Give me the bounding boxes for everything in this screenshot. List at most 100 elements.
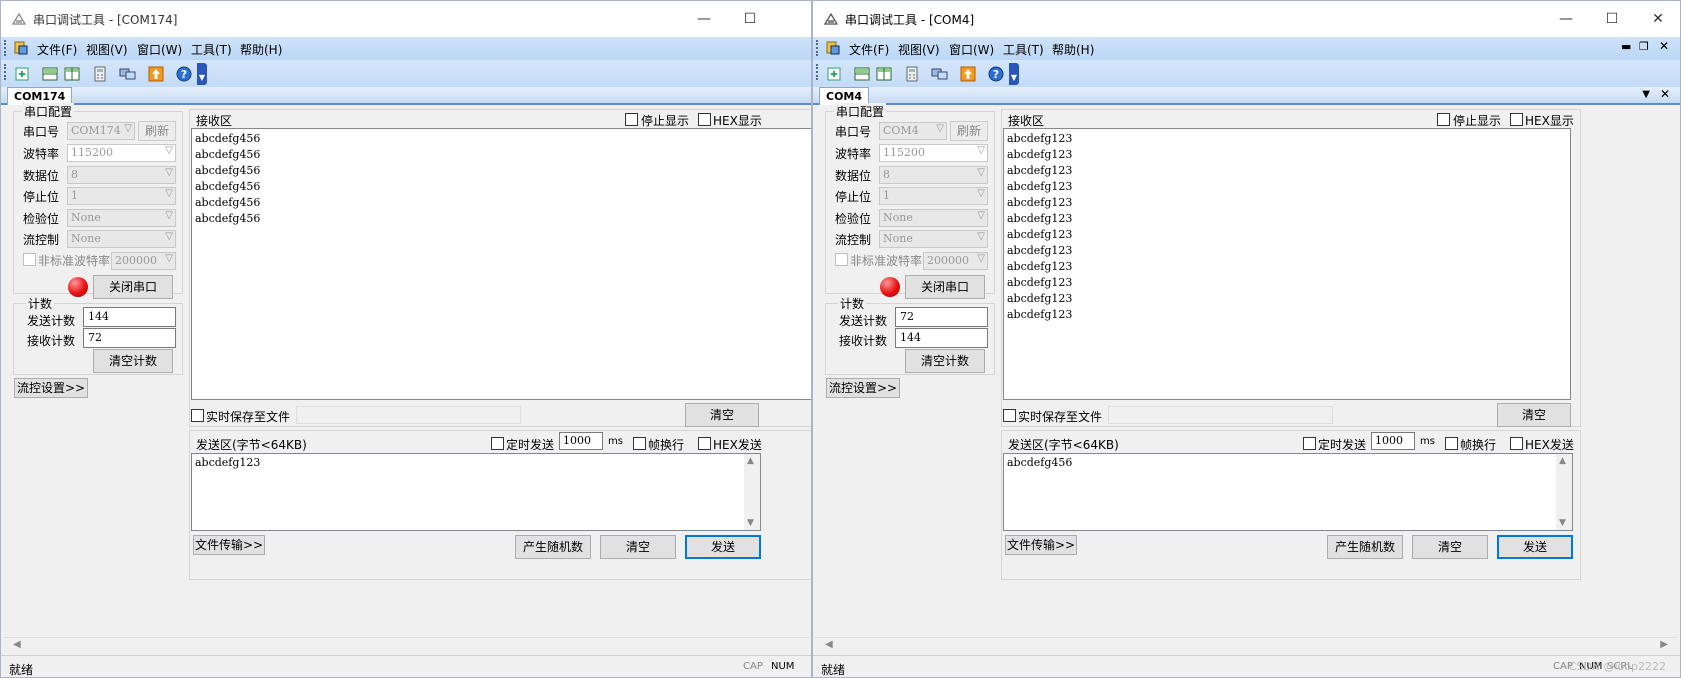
- stopbits-select[interactable]: 1 ▽: [879, 187, 988, 205]
- menu-window[interactable]: 窗口(W): [137, 41, 182, 58]
- monitor-icon[interactable]: [929, 63, 951, 84]
- parity-select[interactable]: None ▽: [67, 209, 176, 227]
- monitor-icon[interactable]: [117, 63, 139, 84]
- interval-field[interactable]: 1000: [1371, 432, 1415, 450]
- scroll-left-icon[interactable]: ◀: [13, 639, 21, 650]
- hex-display-checkbox[interactable]: [1510, 113, 1523, 126]
- hex-send-checkbox[interactable]: [698, 437, 711, 450]
- close-port-button[interactable]: 关闭串口: [905, 275, 985, 299]
- send-scrollbar[interactable]: ▲ ▼: [744, 454, 760, 530]
- calculator-icon[interactable]: [901, 63, 923, 84]
- port-select[interactable]: COM174 ▽: [67, 122, 135, 140]
- clear-receive-button[interactable]: 清空: [1497, 403, 1571, 427]
- file-transfer-button[interactable]: 文件传输>>: [193, 535, 265, 555]
- title-bar[interactable]: 串口调试工具 - [COM4] — ☐ ✕: [813, 1, 1680, 37]
- timed-send-checkbox[interactable]: [1303, 437, 1316, 450]
- help-icon[interactable]: ?: [985, 63, 1007, 84]
- random-button[interactable]: 产生随机数: [1327, 535, 1403, 559]
- upload-icon[interactable]: [957, 63, 979, 84]
- menu-file[interactable]: 文件(F): [37, 41, 77, 58]
- maximize-button[interactable]: ☐: [1589, 5, 1635, 33]
- menu-tools[interactable]: 工具(T): [191, 41, 232, 58]
- split-vertical-icon[interactable]: [873, 63, 895, 84]
- send-scrollbar[interactable]: ▲ ▼: [1556, 454, 1572, 530]
- clear-count-button[interactable]: 清空计数: [93, 349, 173, 373]
- port-select[interactable]: COM4 ▽: [879, 122, 947, 140]
- mdi-restore-icon[interactable]: ❐: [1639, 40, 1649, 53]
- frame-newline-checkbox[interactable]: [633, 437, 646, 450]
- send-button[interactable]: 发送: [685, 535, 761, 559]
- title-bar[interactable]: 串口调试工具 - [COM174] — ☐: [1, 1, 811, 37]
- parity-select[interactable]: None ▽: [879, 209, 988, 227]
- clear-receive-button[interactable]: 清空: [685, 403, 759, 427]
- mdi-close-icon[interactable]: ✕: [1659, 39, 1669, 53]
- receive-textbox[interactable]: abcdefg123 abcdefg123 abcdefg123 abcdefg123…: [1003, 128, 1571, 400]
- send-textbox[interactable]: abcdefg123 ▲ ▼: [191, 453, 761, 531]
- scroll-right-icon[interactable]: ▶: [1660, 639, 1668, 650]
- file-transfer-button[interactable]: 文件传输>>: [1005, 535, 1077, 555]
- timed-send-checkbox[interactable]: [491, 437, 504, 450]
- send-textbox[interactable]: abcdefg456 ▲ ▼: [1003, 453, 1573, 531]
- menu-file[interactable]: 文件(F): [849, 41, 889, 58]
- split-horizontal-icon[interactable]: [39, 63, 61, 84]
- flow-settings-button[interactable]: 流控设置>>: [826, 378, 900, 398]
- nonstd-baud-checkbox[interactable]: [23, 253, 36, 266]
- flow-settings-button[interactable]: 流控设置>>: [14, 378, 88, 398]
- close-port-button[interactable]: 关闭串口: [93, 275, 173, 299]
- menu-view[interactable]: 视图(V): [86, 41, 128, 58]
- toolbar-overflow-icon[interactable]: ▼: [197, 63, 207, 85]
- databits-select[interactable]: 8 ▽: [67, 166, 176, 184]
- new-icon[interactable]: [11, 63, 33, 84]
- horizontal-scrollbar[interactable]: ◀ ▶: [815, 637, 1678, 653]
- scroll-down-icon[interactable]: ▼: [747, 518, 754, 528]
- new-icon[interactable]: [823, 63, 845, 84]
- clear-send-button[interactable]: 清空: [1412, 535, 1488, 559]
- scroll-up-icon[interactable]: ▲: [1559, 456, 1566, 466]
- tab-list-chevron-icon[interactable]: ▼: [1642, 89, 1650, 100]
- menu-view[interactable]: 视图(V): [898, 41, 940, 58]
- save-to-file-checkbox[interactable]: [191, 409, 204, 422]
- stopbits-select[interactable]: 1 ▽: [67, 187, 176, 205]
- upload-icon[interactable]: [145, 63, 167, 84]
- tab-close-icon[interactable]: ✕: [1660, 87, 1670, 101]
- menu-help[interactable]: 帮助(H): [240, 41, 282, 58]
- stop-display-checkbox[interactable]: [625, 113, 638, 126]
- flow-select[interactable]: None ▽: [67, 230, 176, 248]
- scroll-up-icon[interactable]: ▲: [747, 456, 754, 466]
- horizontal-scrollbar[interactable]: ◀: [3, 637, 809, 653]
- scroll-down-icon[interactable]: ▼: [1559, 518, 1566, 528]
- menu-help[interactable]: 帮助(H): [1052, 41, 1094, 58]
- maximize-button[interactable]: ☐: [727, 5, 773, 33]
- hex-send-checkbox[interactable]: [1510, 437, 1523, 450]
- help-icon[interactable]: ?: [173, 63, 195, 84]
- menu-tools[interactable]: 工具(T): [1003, 41, 1044, 58]
- frame-newline-checkbox[interactable]: [1445, 437, 1458, 450]
- stop-display-checkbox[interactable]: [1437, 113, 1450, 126]
- random-button[interactable]: 产生随机数: [515, 535, 591, 559]
- nonstd-baud-checkbox[interactable]: [835, 253, 848, 266]
- clear-send-button[interactable]: 清空: [600, 535, 676, 559]
- nonstd-baud-select[interactable]: 200000 ▽: [111, 252, 176, 270]
- save-file-path-field[interactable]: [1108, 406, 1333, 424]
- refresh-button[interactable]: 刷新: [138, 121, 176, 141]
- save-to-file-checkbox[interactable]: [1003, 409, 1016, 422]
- baud-select[interactable]: 115200 ▽: [879, 144, 988, 162]
- minimize-button[interactable]: —: [681, 5, 727, 33]
- baud-select[interactable]: 115200 ▽: [67, 144, 176, 162]
- mdi-minimize-icon[interactable]: ▬: [1621, 40, 1631, 53]
- receive-textbox[interactable]: abcdefg456 abcdefg456 abcdefg456 abcdefg456…: [191, 128, 811, 400]
- refresh-button[interactable]: 刷新: [950, 121, 988, 141]
- menu-window[interactable]: 窗口(W): [949, 41, 994, 58]
- databits-select[interactable]: 8 ▽: [879, 166, 988, 184]
- split-vertical-icon[interactable]: [61, 63, 83, 84]
- split-horizontal-icon[interactable]: [851, 63, 873, 84]
- close-button[interactable]: ✕: [1635, 5, 1680, 33]
- interval-field[interactable]: 1000: [559, 432, 603, 450]
- toolbar-overflow-icon[interactable]: ▼: [1009, 63, 1019, 85]
- send-button[interactable]: 发送: [1497, 535, 1573, 559]
- hex-display-checkbox[interactable]: [698, 113, 711, 126]
- scroll-left-icon[interactable]: ◀: [825, 639, 833, 650]
- clear-count-button[interactable]: 清空计数: [905, 349, 985, 373]
- save-file-path-field[interactable]: [296, 406, 521, 424]
- minimize-button[interactable]: —: [1543, 5, 1589, 33]
